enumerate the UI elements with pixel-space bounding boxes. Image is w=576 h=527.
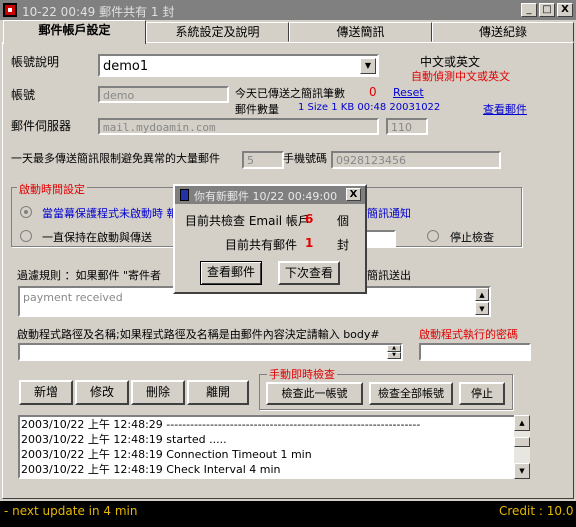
filter-label: 過濾規則 ：如果郵件 "寄件者 [17, 269, 162, 282]
startup-option-1-radio[interactable] [20, 206, 32, 218]
phone-field[interactable]: 0928123456 [331, 151, 501, 169]
dialog-mail-label: 目前共有郵件 [225, 238, 298, 252]
stop-button[interactable]: 停止 [459, 382, 505, 405]
account-field[interactable]: demo [98, 86, 229, 103]
dialog-title-bar: 你有新郵件 10/22 00:49:00 X [175, 186, 365, 204]
tab-system-settings[interactable]: 系統設定及說明 [146, 22, 289, 42]
scroll-up-icon[interactable]: ▲ [514, 415, 530, 431]
dialog-accounts-label: 目前共檢查 Email 帳戶 [185, 214, 310, 228]
add-button[interactable]: 新增 [19, 380, 73, 405]
chevron-down-icon[interactable]: ▼ [360, 58, 376, 74]
tab-send-sms[interactable]: 傳送簡訊 [289, 22, 432, 42]
dialog-mail-unit: 封 [337, 238, 350, 252]
dialog-view-mail-button[interactable]: 查看郵件 [200, 261, 262, 285]
title-bar: 10-22 00:49 郵件共有 1 封 _ □ X [0, 0, 576, 20]
daily-limit-field[interactable]: 5 [242, 151, 284, 169]
stop-check-label: 停止檢查 [450, 231, 494, 244]
dialog-title: 你有新郵件 10/22 00:49:00 [194, 190, 338, 203]
phone-field-value: 0928123456 [336, 154, 406, 167]
log-list[interactable]: 2003/10/22 上午 12:48:29 -----------------… [18, 415, 530, 479]
status-bar: - next update in 4 min Credit : 10.0 [0, 501, 576, 527]
scroll-down-icon[interactable]: ▼ [475, 302, 489, 315]
scroll-up-icon[interactable]: ▲ [475, 288, 489, 301]
spin-up-icon[interactable]: ▲ [387, 345, 401, 352]
daily-limit-label: 一天最多傳送簡訊限制避免異常的大量郵件 [11, 152, 220, 165]
sent-today-value: 0 [369, 85, 377, 99]
close-button[interactable]: X [557, 3, 573, 17]
port-field[interactable]: 110 [386, 118, 428, 135]
server-label: 郵件伺服器 [11, 119, 72, 133]
check-this-button[interactable]: 檢查此一帳號 [266, 382, 363, 405]
stop-check-radio[interactable] [427, 230, 439, 242]
delete-button[interactable]: 刪除 [131, 380, 185, 405]
scroll-down-icon[interactable]: ▼ [514, 463, 530, 479]
log-line: 2003/10/22 上午 12:48:19 started ..... [21, 433, 227, 446]
filter-label-right: 簡訊送出 [367, 269, 411, 282]
dialog-accounts-unit: 個 [337, 214, 350, 228]
account-label: 帳號 [11, 88, 36, 102]
language-hint: 自動偵測中文或英文 [411, 70, 510, 83]
program-path-label: 啟動程式路徑及名稱;如果程式路徑及名稱是由郵件內容決定請輸入 body# [17, 328, 380, 341]
program-password-field[interactable] [419, 343, 531, 361]
new-mail-dialog: 你有新郵件 10/22 00:49:00 X 目前共檢查 Email 帳戶 6 … [173, 184, 367, 294]
account-desc-select[interactable]: demo1 ▼ [98, 54, 379, 77]
status-next-update: - next update in 4 min [4, 504, 138, 518]
startup-option-1-label: 當當幕保護程式未啟動時 報 [42, 207, 178, 220]
startup-option-2-radio[interactable] [20, 230, 32, 242]
account-desc-label: 帳號說明 [11, 55, 60, 69]
dialog-mail-value: 1 [305, 236, 314, 250]
program-path-field[interactable]: ▲ ▼ [18, 343, 403, 361]
tab-account-settings[interactable]: 郵件帳戶設定 [3, 20, 146, 44]
log-line: 2003/10/22 上午 12:48:19 Connection Timeou… [21, 448, 312, 461]
sent-today-label: 今天已傳送之簡訊筆數 [235, 87, 345, 100]
status-credit: Credit : 10.0 [499, 504, 574, 518]
server-field-value: mail.mydoamin.com [103, 121, 216, 134]
window-title: 10-22 00:49 郵件共有 1 封 [22, 5, 175, 19]
mail-count-label: 郵件數量 [235, 103, 279, 116]
scroll-thumb[interactable] [514, 437, 530, 447]
phone-label: 手機號碼 [283, 152, 327, 165]
check-all-button[interactable]: 檢查全部帳號 [369, 382, 453, 405]
manual-check-title: 手動即時檢查 [267, 366, 337, 382]
dialog-close-button[interactable]: X [346, 188, 361, 201]
minimize-button[interactable]: _ [521, 3, 537, 17]
maximize-button[interactable]: □ [539, 3, 555, 17]
log-line: 2003/10/22 上午 12:48:19 Check Interval 4 … [21, 463, 281, 476]
dialog-later-button[interactable]: 下次查看 [278, 261, 340, 285]
app-icon [3, 3, 17, 17]
startup-option-2-label: 一直保持在啟動與傳送 [42, 231, 152, 244]
log-line: 2003/10/22 上午 12:48:29 -----------------… [21, 418, 421, 431]
modify-button[interactable]: 修改 [75, 380, 129, 405]
reset-link[interactable]: Reset [393, 86, 424, 99]
spin-down-icon[interactable]: ▼ [387, 352, 401, 359]
account-desc-value: demo1 [103, 59, 149, 74]
dialog-accounts-value: 6 [305, 212, 314, 226]
startup-option-1-right: 簡訊通知 [367, 207, 411, 220]
filter-value: payment received [23, 291, 123, 304]
phone-icon [180, 189, 189, 201]
program-password-label: 啟動程式執行的密碼 [419, 328, 518, 341]
mail-count-value: 1 Size 1 KB 00:48 20031022 [298, 102, 441, 113]
daily-limit-value: 5 [247, 154, 254, 167]
startup-group-title: 啟動時間設定 [17, 181, 87, 197]
port-field-value: 110 [391, 121, 412, 134]
account-field-value: demo [103, 89, 135, 102]
tab-send-log[interactable]: 傳送紀錄 [432, 22, 574, 42]
log-scrollbar[interactable]: ▲ ▼ [514, 415, 530, 479]
view-mail-link[interactable]: 查看郵件 [483, 101, 527, 117]
exit-button[interactable]: 離開 [187, 380, 249, 405]
server-field[interactable]: mail.mydoamin.com [98, 118, 379, 135]
